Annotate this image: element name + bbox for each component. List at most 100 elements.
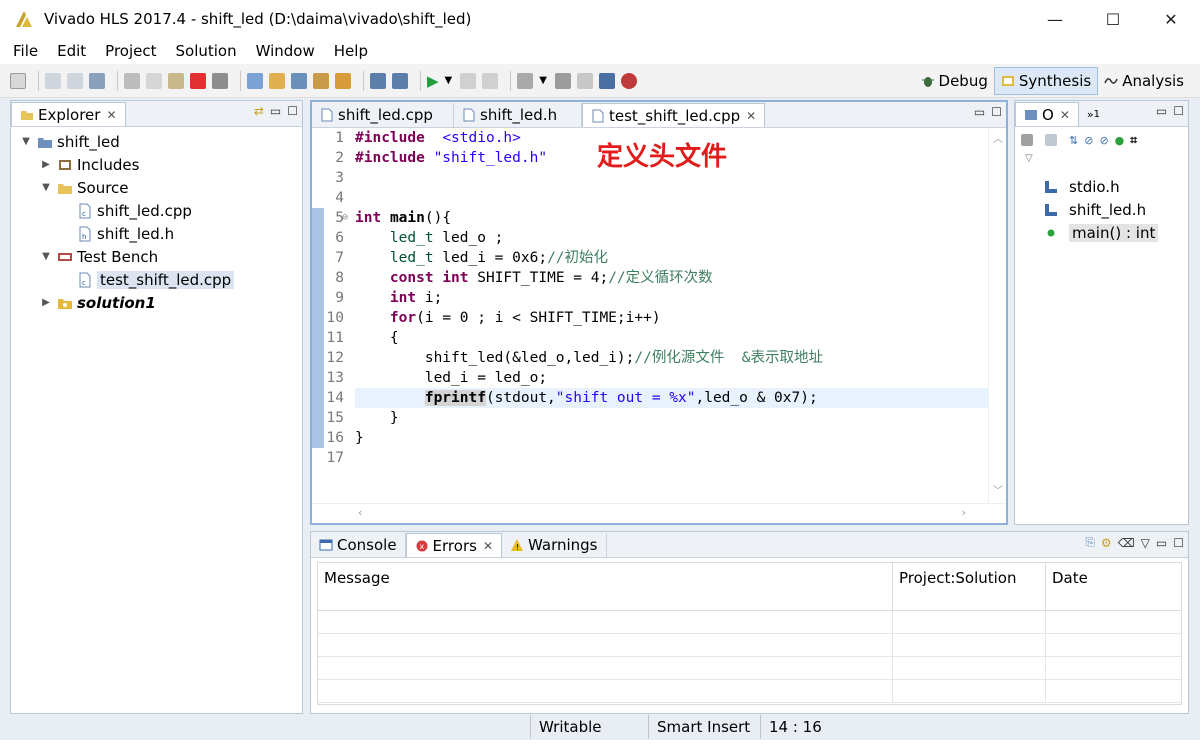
group-icon[interactable]	[1021, 134, 1033, 146]
chevron-right-icon[interactable]: ▶	[39, 297, 53, 308]
tab-shift-led-cpp[interactable]: shift_led.cpp	[312, 103, 454, 127]
maximize-view-icon[interactable]: ☐	[1173, 104, 1184, 118]
help-chat-icon[interactable]	[620, 72, 637, 89]
perspective-synthesis[interactable]: Synthesis	[993, 67, 1099, 95]
scroll-down-icon[interactable]: ﹀	[993, 482, 1003, 497]
perspective-analysis[interactable]: Analysis	[1098, 67, 1190, 95]
scroll-left-icon[interactable]: ‹	[358, 506, 362, 519]
sync-icon[interactable]: ⇄	[254, 104, 264, 118]
scroll-right-icon[interactable]: ›	[962, 506, 966, 519]
clear-icon[interactable]: ⌫	[1118, 536, 1135, 550]
maximize-view-icon[interactable]: ☐	[991, 105, 1002, 119]
pin-icon[interactable]: ⎘	[1085, 535, 1095, 550]
close-tab-icon[interactable]: ✕	[1060, 108, 1070, 122]
compare-dropdown-icon[interactable]: ▼	[539, 75, 547, 86]
maximize-view-icon[interactable]: ☐	[287, 104, 298, 118]
close-tab-icon[interactable]: ✕	[746, 109, 756, 123]
column-header-message[interactable]: Message	[318, 563, 893, 610]
layout-icon[interactable]	[576, 72, 593, 89]
close-tab-icon[interactable]: ✕	[483, 539, 493, 553]
tab-errors[interactable]: x Errors ✕	[405, 533, 502, 557]
hide-fields-icon[interactable]: ⊘	[1084, 134, 1093, 147]
export-icon[interactable]	[482, 72, 499, 89]
tree-item-source[interactable]: ▼ Source	[11, 176, 302, 199]
paste-icon[interactable]	[168, 72, 184, 89]
solution-settings-icon[interactable]	[291, 72, 307, 89]
minimize-button[interactable]: —	[1026, 0, 1084, 38]
hide-nonpublic-icon[interactable]: ●	[1115, 134, 1125, 147]
filter-icon[interactable]: ⚙	[1101, 536, 1112, 550]
tab-outline[interactable]: O ✕	[1015, 102, 1079, 126]
tab-warnings[interactable]: ! Warnings	[502, 533, 607, 557]
tree-item-test-bench[interactable]: ▼ Test Bench	[11, 245, 302, 268]
view-menu-icon[interactable]: ▽	[1141, 536, 1150, 550]
tree-item-project[interactable]: ▼ shift_led	[11, 130, 302, 153]
close-button[interactable]: ✕	[1142, 0, 1200, 38]
tree-item-file[interactable]: c test_shift_led.cpp	[11, 268, 302, 291]
tab-test-shift-led-cpp[interactable]: test_shift_led.cpp ✕	[582, 103, 766, 127]
link-icon[interactable]	[598, 72, 615, 89]
minimize-view-icon[interactable]: ▭	[1156, 104, 1167, 118]
code-editor[interactable]: 1 2 3 4 5 ⊖ 6 7 8 9 10 11 12 13 14 15 16…	[312, 128, 1006, 503]
menu-file[interactable]: File	[10, 42, 41, 60]
run-csim-icon[interactable]	[335, 72, 351, 89]
hide-static-icon[interactable]: ⊘	[1099, 134, 1108, 147]
tree-item-file[interactable]: h shift_led.h	[11, 222, 302, 245]
save-icon[interactable]	[45, 72, 61, 89]
scroll-up-icon[interactable]: ︿	[993, 130, 1003, 145]
new-solution-icon[interactable]	[269, 72, 285, 89]
macro-icon[interactable]: ⌗	[1130, 133, 1137, 148]
chevron-down-icon[interactable]: ▼	[39, 251, 53, 262]
column-header-date[interactable]: Date	[1046, 563, 1181, 610]
tab-console[interactable]: Console	[311, 533, 406, 557]
tab-explorer[interactable]: Explorer ✕	[11, 102, 126, 126]
close-tab-icon[interactable]: ✕	[106, 108, 116, 122]
status-insert-mode[interactable]: Smart Insert	[648, 715, 760, 739]
chevron-down-icon[interactable]: ▼	[19, 136, 33, 147]
tab-overflow[interactable]: » 1	[1079, 102, 1108, 126]
cut-icon[interactable]	[124, 72, 140, 89]
view-menu-icon[interactable]: ▽	[1015, 153, 1188, 175]
tree-item-file[interactable]: c shift_led.cpp	[11, 199, 302, 222]
menu-solution[interactable]: Solution	[173, 42, 240, 60]
collapse-all-icon[interactable]	[1045, 134, 1057, 146]
menu-window[interactable]: Window	[253, 42, 318, 60]
print-icon[interactable]	[212, 72, 228, 89]
project-settings-icon[interactable]	[247, 72, 263, 89]
tree-item-solution[interactable]: ▶ solution1	[11, 291, 302, 314]
sort-icon[interactable]: ⇅	[1069, 134, 1078, 147]
vertical-scrollbar[interactable]: ︿ ﹀	[988, 128, 1006, 503]
tab-shift-led-h[interactable]: shift_led.h	[454, 103, 582, 127]
save-as-icon[interactable]	[89, 72, 105, 89]
menu-edit[interactable]: Edit	[54, 42, 89, 60]
horizontal-scrollbar[interactable]: ‹ ›	[312, 503, 1006, 523]
minimize-view-icon[interactable]: ▭	[1156, 536, 1167, 550]
code-area[interactable]: #include <stdio.h> #include "shift_led.h…	[355, 128, 988, 503]
chevron-right-icon[interactable]: ▶	[39, 159, 53, 170]
column-header-project-solution[interactable]: Project:Solution	[893, 563, 1046, 610]
chevron-down-icon[interactable]: ▼	[39, 182, 53, 193]
maximize-view-icon[interactable]: ☐	[1173, 536, 1184, 550]
delete-icon[interactable]	[190, 72, 206, 89]
perspective-debug[interactable]: Debug	[915, 67, 994, 95]
minimize-view-icon[interactable]: ▭	[270, 104, 281, 118]
maximize-button[interactable]: ☐	[1084, 0, 1142, 38]
run-cosim-icon[interactable]	[392, 72, 408, 89]
menu-help[interactable]: Help	[331, 42, 371, 60]
outline-item-function[interactable]: main() : int	[1015, 221, 1188, 244]
minimize-view-icon[interactable]: ▭	[974, 105, 985, 119]
copy-icon[interactable]	[146, 72, 162, 89]
outline-item-include[interactable]: stdio.h	[1015, 175, 1188, 198]
menu-project[interactable]: Project	[102, 42, 159, 60]
directives-icon[interactable]	[313, 72, 329, 89]
run-icon[interactable]: ▶	[427, 72, 439, 90]
tree-item-includes[interactable]: ▶ Includes	[11, 153, 302, 176]
save-all-icon[interactable]	[67, 72, 83, 89]
run-dropdown-icon[interactable]: ▼	[445, 75, 453, 86]
stop-icon[interactable]	[554, 72, 571, 89]
checkbox-icon[interactable]	[460, 72, 477, 89]
fold-icon[interactable]: ⊖	[342, 212, 348, 223]
new-file-icon[interactable]	[10, 72, 26, 89]
compare-icon[interactable]	[517, 72, 534, 89]
run-synthesis-icon[interactable]	[370, 72, 386, 89]
